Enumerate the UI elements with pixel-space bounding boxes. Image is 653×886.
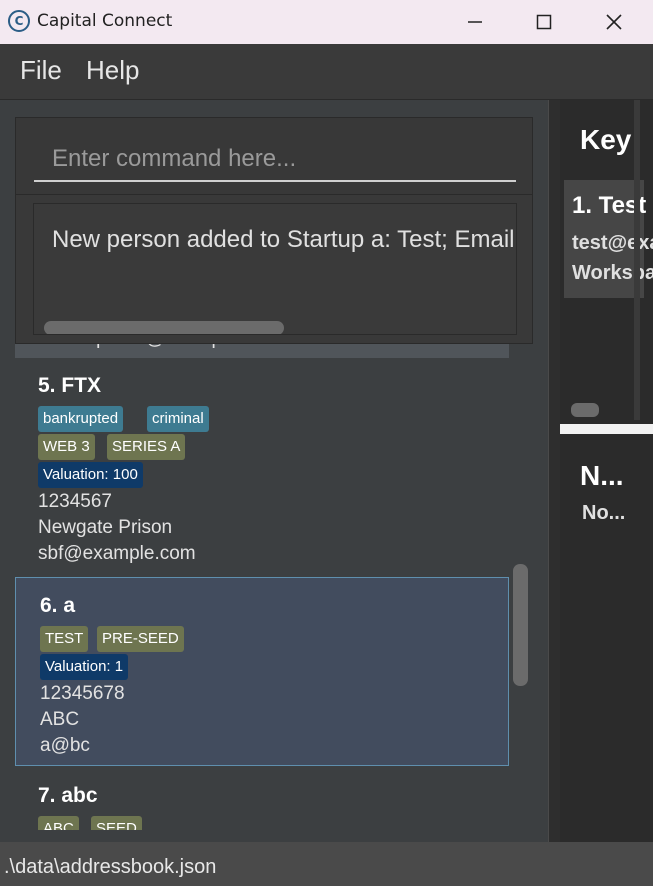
card-email: sbf@example.com — [38, 543, 196, 564]
tag: criminal — [147, 406, 209, 432]
card-phone: 12345678 — [40, 683, 125, 704]
window-title: Capital Connect — [37, 11, 173, 31]
valuation-badge: Valuation: 100 — [38, 462, 143, 488]
list-item[interactable]: 5. FTX bankrupted criminal WEB 3 SERIES … — [15, 358, 509, 576]
card-address: Newgate Prison — [38, 517, 173, 538]
tag: PRE-SEED — [97, 626, 184, 652]
tag: TEST — [40, 626, 89, 652]
menu-help[interactable]: Help — [86, 55, 139, 86]
card-phone: 1234567 — [38, 491, 112, 512]
minimize-button[interactable] — [455, 6, 495, 38]
list-item[interactable]: 7. abc ABC SEED — [15, 768, 509, 830]
maximize-icon — [536, 14, 552, 30]
tag: SEED — [91, 816, 142, 830]
tag: SERIES A — [107, 434, 186, 460]
card-address: ABC — [40, 709, 80, 730]
menu-bar: File Help — [0, 44, 653, 100]
title-bar: C Capital Connect — [0, 0, 653, 44]
status-bar: .\data\addressbook.json — [0, 842, 653, 886]
menu-file[interactable]: File — [20, 55, 62, 86]
app-logo-icon: C — [8, 10, 30, 32]
key-employee-panel: Key 1. Test test@example.com Workspace N… — [560, 100, 653, 842]
list-scrollbar-thumb[interactable] — [513, 564, 528, 686]
close-icon — [606, 14, 622, 30]
minimize-icon — [468, 21, 482, 23]
data-file-path: .\data\addressbook.json — [4, 856, 217, 878]
split-divider[interactable] — [548, 100, 560, 842]
key-panel-hscrollbar-thumb[interactable] — [571, 403, 599, 417]
card-title: 7. abc — [38, 784, 98, 807]
tag: ABC — [38, 816, 79, 830]
result-hscrollbar-thumb[interactable] — [44, 321, 284, 334]
key-person-email: test@example.com — [572, 232, 653, 254]
valuation-badge: Valuation: 1 — [40, 654, 129, 680]
key-person-card[interactable]: 1. Test test@example.com Workspace — [564, 180, 653, 298]
result-panel: New person added to Startup a: Test; Ema… — [15, 194, 533, 344]
tag: WEB 3 — [38, 434, 95, 460]
notes-header: N... — [580, 460, 624, 491]
key-panel-header: Key — [580, 124, 632, 155]
result-display[interactable]: New person added to Startup a: Test; Ema… — [33, 203, 517, 335]
close-button[interactable] — [594, 6, 634, 38]
pane-splitter[interactable] — [560, 424, 653, 434]
result-message: New person added to Startup a: Test; Ema… — [52, 226, 517, 253]
maximize-button[interactable] — [524, 6, 564, 38]
card-title: 6. a — [40, 594, 76, 617]
key-person-workspace: Workspace — [572, 262, 653, 284]
card-title: 5. FTX — [38, 374, 102, 397]
command-input[interactable] — [34, 138, 516, 182]
tag: bankrupted — [38, 406, 124, 432]
card-email: a@bc — [40, 735, 90, 756]
divider-line — [548, 100, 549, 842]
list-item-selected[interactable]: 6. a TEST PRE-SEED Valuation: 1 12345678… — [15, 577, 509, 766]
key-panel-vscroll[interactable] — [634, 100, 640, 420]
notes-text: No... — [582, 502, 626, 524]
command-panel — [15, 117, 533, 195]
